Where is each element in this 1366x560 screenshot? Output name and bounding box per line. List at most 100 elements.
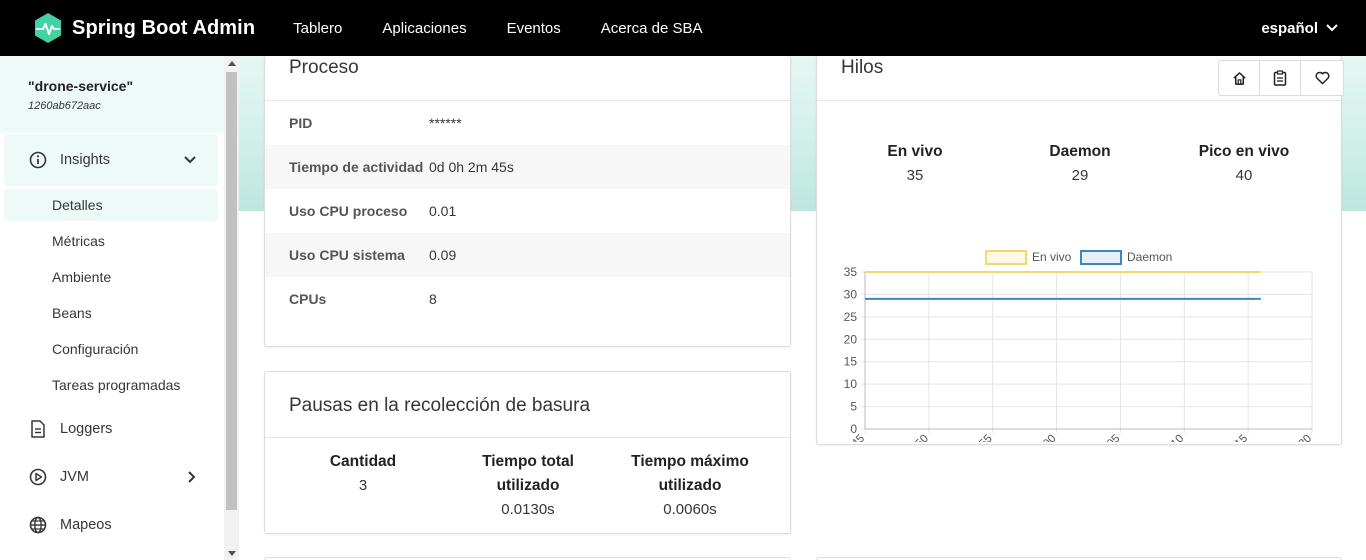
threads-live-value: 35: [906, 167, 924, 184]
sidebar-item-label: Loggers: [60, 421, 113, 437]
sidebar-item-jvm[interactable]: JVM: [4, 460, 218, 494]
process-card: Proceso PID ****** Tiempo de actividad 0…: [264, 56, 791, 347]
sidebar-item-insights[interactable]: Insights: [4, 134, 218, 186]
chevron-down-icon: [1326, 24, 1338, 32]
chart-y-tick-label: 35: [844, 265, 858, 279]
chart-y-tick-label: 25: [844, 310, 858, 324]
instance-actions: [1218, 60, 1344, 96]
process-value: 8: [429, 291, 437, 307]
process-row: PID ******: [265, 101, 790, 145]
threads-daemon-stat: Daemon 29: [1005, 140, 1155, 188]
sidebar: "drone-service" 1260ab672aac Insights De…: [0, 56, 224, 560]
home-icon: [1232, 71, 1246, 85]
scroll-down-arrow-icon[interactable]: [224, 546, 239, 560]
gc-pauses-card: Pausas en la recolección de basura Canti…: [264, 371, 791, 534]
chart-y-tick-label: 15: [844, 355, 858, 369]
language-selector[interactable]: español: [1261, 0, 1338, 56]
chart-x-tick-label: 14:30:20: [1274, 433, 1314, 442]
chevron-right-icon: [188, 471, 196, 483]
sidebar-app-header: "drone-service" 1260ab672aac: [0, 56, 224, 133]
spring-boot-admin-logo-icon: [35, 13, 61, 43]
home-button[interactable]: [1219, 61, 1260, 95]
sidebar-subitem-beans[interactable]: Beans: [4, 297, 218, 329]
chart-legend-label: En vivo: [1032, 250, 1072, 264]
nav-link-tablero[interactable]: Tablero: [273, 20, 362, 37]
gc-max-value: 0.0060s: [663, 501, 717, 518]
chart-legend-swatch: [1080, 250, 1122, 265]
sidebar-subitem-configuracion[interactable]: Configuración: [4, 333, 218, 365]
sidebar-subitem-metricas[interactable]: Métricas: [4, 225, 218, 257]
chevron-down-icon: [184, 156, 196, 164]
scroll-up-arrow-icon[interactable]: [224, 56, 239, 70]
process-key: PID: [289, 115, 313, 131]
threads-peak-stat: Pico en vivo 40: [1169, 140, 1319, 188]
sidebar-item-label: Insights: [60, 152, 110, 168]
health-button[interactable]: [1301, 61, 1343, 95]
sidebar-scrollbar[interactable]: [224, 56, 239, 560]
info-icon: [28, 150, 48, 170]
process-row: Uso CPU proceso 0.01: [265, 189, 790, 233]
brand[interactable]: Spring Boot Admin: [32, 12, 255, 44]
gc-max-label: Tiempo máximo: [631, 453, 749, 470]
threads-chart: 0510152025303514:29:4514:29:5014:29:5514…: [827, 250, 1314, 442]
sidebar-item-mapeos[interactable]: Mapeos: [4, 508, 218, 542]
process-value: ******: [429, 115, 462, 131]
chart-x-tick-label: 14:30:05: [1082, 433, 1122, 442]
heart-icon: [1314, 71, 1330, 85]
gc-max-label: utilizado: [658, 477, 722, 494]
scrollbar-thumb[interactable]: [226, 72, 237, 510]
nav-link-aplicaciones[interactable]: Aplicaciones: [362, 20, 486, 37]
process-key: CPUs: [289, 291, 327, 307]
language-label: español: [1261, 19, 1318, 37]
process-key: Uso CPU sistema: [289, 247, 405, 263]
threads-daemon-label: Daemon: [1049, 143, 1111, 160]
threads-peak-value: 40: [1235, 167, 1253, 184]
app-name: "drone-service": [28, 78, 134, 94]
gc-card-title: Pausas en la recolección de basura: [289, 395, 591, 416]
app-id: 1260ab672aac: [28, 100, 101, 112]
gc-count-stat: Cantidad 3: [289, 450, 437, 498]
threads-card: Hilos En vivo 35 Daemon 29 Pico en vivo …: [816, 56, 1342, 445]
process-card-header: Proceso: [265, 56, 790, 101]
sidebar-item-label: Mapeos: [60, 517, 112, 533]
chart-x-tick-label: 14:30:00: [1019, 433, 1059, 442]
process-key: Uso CPU proceso: [289, 203, 408, 219]
sidebar-subitem-tareas[interactable]: Tareas programadas: [4, 369, 218, 401]
top-navbar: Spring Boot Admin Tablero Aplicaciones E…: [0, 0, 1366, 56]
gc-max-stat: Tiempo máximo utilizado 0.0060s: [615, 450, 765, 522]
process-row: Uso CPU sistema 0.09: [265, 233, 790, 277]
nav-link-acerca[interactable]: Acerca de SBA: [581, 20, 723, 37]
threads-card-title: Hilos: [841, 57, 884, 78]
process-key: Tiempo de actividad: [289, 159, 424, 175]
clipboard-icon: [1273, 70, 1287, 86]
main-content: Proceso PID ****** Tiempo de actividad 0…: [239, 56, 1366, 560]
chart-y-tick-label: 30: [844, 287, 858, 301]
chart-x-tick-label: 14:29:55: [955, 433, 995, 442]
brand-name: Spring Boot Admin: [72, 16, 256, 39]
gc-card-header: Pausas en la recolección de basura: [265, 372, 790, 438]
gc-total-stat: Tiempo total utilizado 0.0130s: [453, 450, 603, 522]
chart-x-tick-label: 14:30:15: [1210, 433, 1250, 442]
chart-x-tick-label: 14:29:50: [891, 433, 931, 442]
process-value: 0d 0h 2m 45s: [429, 159, 514, 175]
sidebar-subitem-detalles[interactable]: Detalles: [4, 189, 218, 221]
document-icon: [28, 419, 48, 439]
threads-daemon-value: 29: [1071, 167, 1089, 184]
process-row: Tiempo de actividad 0d 0h 2m 45s: [265, 145, 790, 189]
gc-count-label: Cantidad: [329, 453, 397, 470]
process-card-title: Proceso: [289, 57, 359, 78]
clipboard-button[interactable]: [1260, 61, 1301, 95]
chart-y-tick-label: 10: [844, 377, 858, 391]
chart-legend-label: Daemon: [1127, 250, 1172, 264]
threads-live-stat: En vivo 35: [841, 140, 989, 188]
sidebar-item-loggers[interactable]: Loggers: [4, 412, 218, 446]
globe-icon: [28, 515, 48, 535]
sidebar-item-label: JVM: [60, 469, 89, 485]
gc-total-value: 0.0130s: [501, 501, 555, 518]
process-value: 0.01: [429, 203, 457, 219]
gc-total-label: Tiempo total: [482, 453, 574, 470]
nav-link-eventos[interactable]: Eventos: [487, 20, 581, 37]
chart-x-tick-label: 14:29:45: [827, 433, 867, 442]
chart-x-tick-label: 14:30:10: [1146, 433, 1186, 442]
sidebar-subitem-ambiente[interactable]: Ambiente: [4, 261, 218, 293]
